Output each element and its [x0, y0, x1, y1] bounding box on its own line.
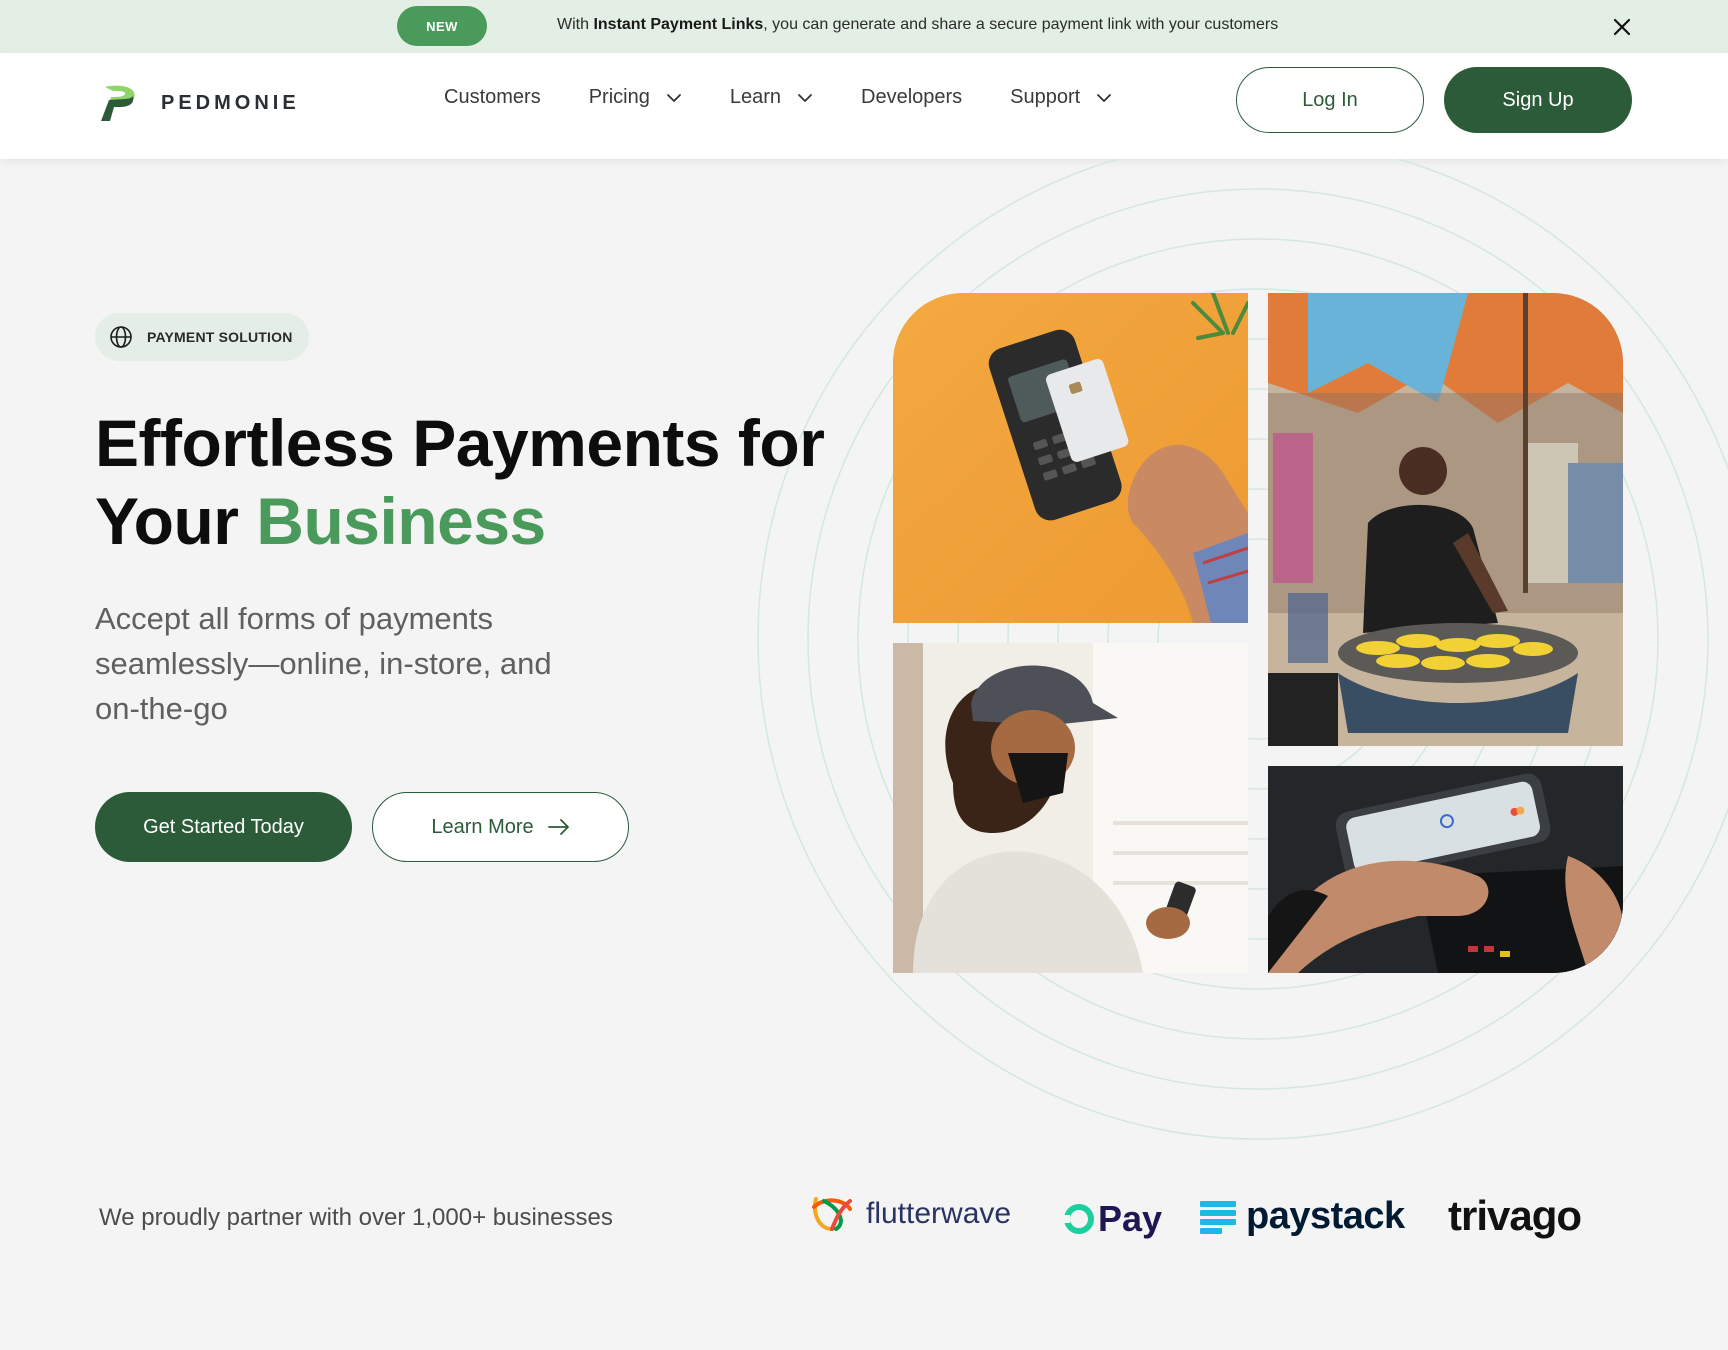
nav-label: Developers — [861, 86, 963, 108]
hero-headline: Effortless Payments for Your Business — [95, 404, 855, 560]
learn-more-label: Learn More — [431, 815, 534, 838]
learn-more-button[interactable]: Learn More — [372, 792, 629, 862]
hero-image-card-terminal — [893, 293, 1248, 623]
globe-icon — [110, 326, 132, 348]
partners-text: We proudly partner with over 1,000+ busi… — [99, 1204, 613, 1231]
announcement-bar: NEW With Instant Payment Links, you can … — [0, 0, 1728, 53]
nav-label: Support — [1010, 86, 1081, 108]
announcement-prefix: With — [557, 16, 594, 33]
pedmonie-logo-icon — [101, 85, 135, 121]
nav-support[interactable]: Support — [1010, 86, 1112, 109]
brand-name: PEDMONIE — [161, 91, 300, 114]
headline-line2-prefix: Your — [95, 484, 257, 558]
opay-icon — [1062, 1204, 1094, 1234]
chevron-down-icon — [666, 93, 682, 103]
site-header: PEDMONIE Customers Pricing Learn Develop… — [0, 53, 1728, 159]
chevron-down-icon — [1096, 93, 1112, 103]
nav-label: Customers — [444, 86, 541, 108]
arrow-right-icon — [547, 819, 569, 835]
new-badge: NEW — [397, 6, 487, 46]
headline-line1: Effortless Payments for — [95, 406, 825, 480]
partner-name: trivago — [1448, 1192, 1582, 1239]
nav-pricing[interactable]: Pricing — [589, 86, 682, 109]
login-button[interactable]: Log In — [1236, 67, 1424, 133]
main-nav: Customers Pricing Learn Developers Suppo… — [444, 86, 1160, 109]
hero-image-card-shopper — [893, 643, 1248, 973]
brand-logo[interactable]: PEDMONIE — [99, 83, 300, 123]
announcement-highlight[interactable]: Instant Payment Links — [593, 16, 763, 33]
partner-name: paystack — [1246, 1195, 1405, 1237]
partner-name: Pay — [1098, 1198, 1163, 1239]
payment-solution-tag: PAYMENT SOLUTION — [95, 313, 309, 361]
announcement-message: With Instant Payment Links, you can gene… — [557, 16, 1278, 34]
hero-image-card-market — [1268, 293, 1623, 746]
chevron-down-icon — [797, 93, 813, 103]
close-icon[interactable] — [1607, 12, 1637, 42]
partner-logo-trivago: trivago — [1448, 1192, 1582, 1240]
nav-customers[interactable]: Customers — [444, 86, 541, 109]
signup-button[interactable]: Sign Up — [1444, 67, 1632, 133]
nav-learn[interactable]: Learn — [730, 86, 813, 109]
announcement-suffix: , you can generate and share a secure pa… — [763, 16, 1279, 33]
headline-accent: Business — [256, 484, 546, 558]
nav-label: Learn — [729, 86, 781, 108]
hero-image-card-tap-to-pay — [1268, 766, 1623, 973]
partner-name: flutterwave — [866, 1197, 1012, 1230]
partner-logo-flutterwave: flutterwave — [810, 1195, 1011, 1233]
hero-subheading: Accept all forms of payments seamlessly—… — [95, 601, 552, 726]
nav-developers[interactable]: Developers — [861, 86, 962, 109]
nav-label: Pricing — [588, 86, 650, 108]
tag-label: PAYMENT SOLUTION — [147, 329, 293, 345]
partner-logo-opay: Pay — [1062, 1198, 1162, 1240]
get-started-button[interactable]: Get Started Today — [95, 792, 352, 862]
partner-logo-paystack: paystack — [1200, 1195, 1405, 1238]
paystack-icon — [1200, 1200, 1236, 1234]
flutterwave-icon — [812, 1197, 852, 1231]
